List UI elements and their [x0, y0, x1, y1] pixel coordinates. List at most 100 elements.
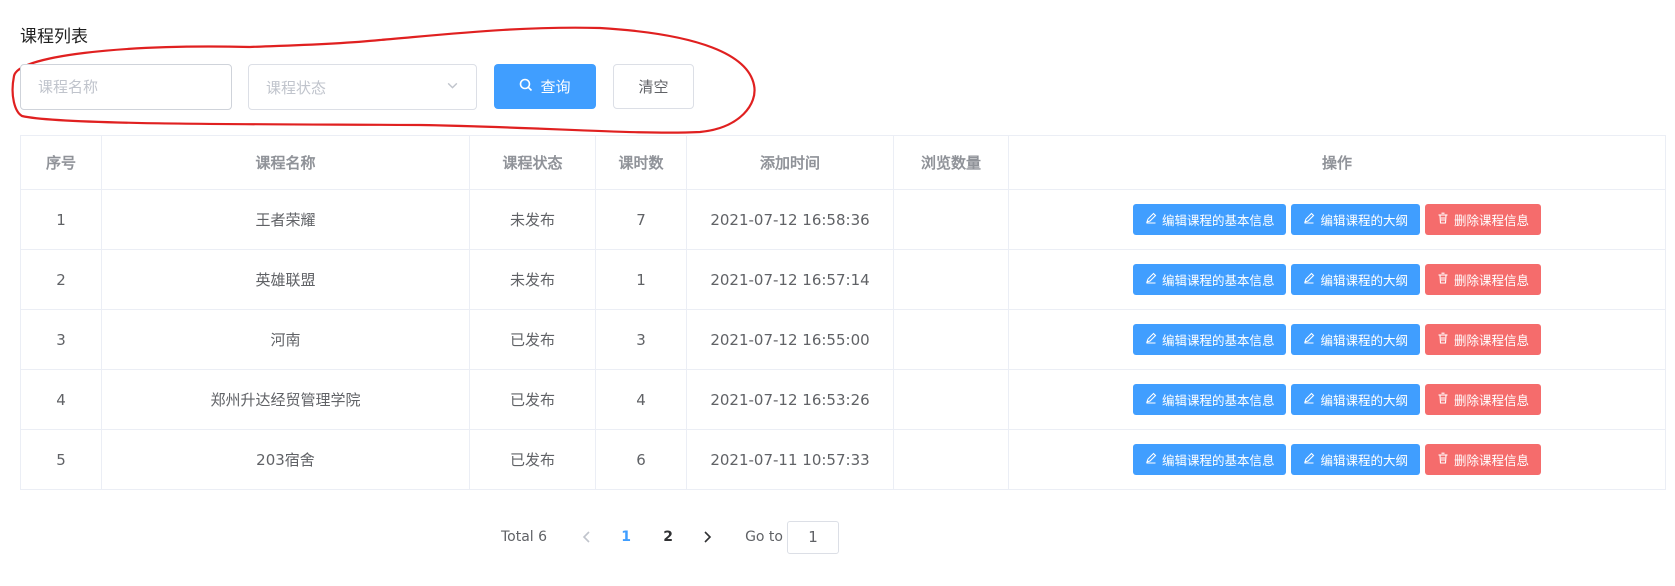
edit-icon [1303, 452, 1315, 467]
cell-views [893, 429, 1009, 490]
header-course-status: 课程状态 [469, 135, 596, 190]
cell-index: 2 [20, 249, 102, 310]
status-select-placeholder: 课程状态 [266, 78, 327, 97]
cell-course-name: 王者荣耀 [101, 189, 470, 250]
edit-basic-info-button[interactable]: 编辑课程的基本信息 [1132, 264, 1287, 295]
delete-course-button[interactable]: 删除课程信息 [1425, 204, 1542, 235]
chevron-right-icon [704, 531, 712, 543]
cell-course-status: 已发布 [469, 369, 596, 430]
table-row: 5 203宿舍 已发布 6 2021-07-11 10:57:33 编辑课程的基本信息 编辑… [20, 429, 1666, 490]
search-icon [519, 78, 533, 96]
course-table: 序号 课程名称 课程状态 课时数 添加时间 浏览数量 操作 1 王者荣耀 未发布 7 2… [20, 135, 1666, 490]
header-actions: 操作 [1008, 135, 1666, 190]
edit-outline-button[interactable]: 编辑课程的大纲 [1291, 324, 1420, 355]
edit-icon [1145, 212, 1157, 227]
course-status-select[interactable]: 课程状态 [248, 64, 477, 110]
cell-hours: 3 [595, 309, 687, 370]
goto-page-input[interactable] [786, 520, 839, 554]
goto-page: Go to [745, 520, 839, 554]
course-name-input[interactable] [20, 64, 232, 110]
edit-outline-button[interactable]: 编辑课程的大纲 [1291, 384, 1420, 415]
edit-icon [1145, 272, 1157, 287]
cell-hours: 7 [595, 189, 687, 250]
edit-outline-button[interactable]: 编辑课程的大纲 [1291, 444, 1420, 475]
edit-basic-info-button[interactable]: 编辑课程的基本信息 [1132, 444, 1287, 475]
cell-actions: 编辑课程的基本信息 编辑课程的大纲 删除课程信息 [1008, 429, 1666, 490]
edit-basic-info-button[interactable]: 编辑课程的基本信息 [1132, 384, 1287, 415]
cell-course-name: 河南 [101, 309, 470, 370]
delete-icon [1437, 332, 1449, 347]
cell-actions: 编辑课程的基本信息 编辑课程的大纲 删除课程信息 [1008, 369, 1666, 430]
clear-button[interactable]: 清空 [613, 64, 694, 109]
edit-basic-info-label: 编辑课程的基本信息 [1161, 213, 1275, 228]
cell-index: 3 [20, 309, 102, 370]
cell-hours: 1 [595, 249, 687, 310]
delete-course-label: 删除课程信息 [1454, 393, 1530, 408]
cell-actions: 编辑课程的基本信息 编辑课程的大纲 删除课程信息 [1008, 309, 1666, 370]
edit-icon [1145, 332, 1157, 347]
header-index: 序号 [20, 135, 102, 190]
delete-course-button[interactable]: 删除课程信息 [1425, 264, 1542, 295]
cell-views [893, 369, 1009, 430]
cell-course-status: 未发布 [469, 249, 596, 310]
edit-icon [1303, 272, 1315, 287]
cell-added-time: 2021-07-11 10:57:33 [686, 429, 894, 490]
delete-icon [1437, 392, 1449, 407]
pagination-total: Total 6 [501, 529, 548, 545]
delete-course-label: 删除课程信息 [1454, 453, 1530, 468]
chevron-down-icon [446, 78, 459, 96]
goto-label: Go to [745, 529, 783, 545]
edit-outline-label: 编辑课程的大纲 [1320, 213, 1408, 228]
cell-course-name: 203宿舍 [101, 429, 470, 490]
page-title: 课程列表 [20, 27, 88, 47]
table-row: 2 英雄联盟 未发布 1 2021-07-12 16:57:14 编辑课程的基本信息 编辑课… [20, 249, 1666, 310]
edit-basic-info-label: 编辑课程的基本信息 [1161, 273, 1275, 288]
cell-actions: 编辑课程的基本信息 编辑课程的大纲 删除课程信息 [1008, 189, 1666, 250]
header-added-time: 添加时间 [686, 135, 894, 190]
cell-views [893, 189, 1009, 250]
header-hours: 课时数 [595, 135, 687, 190]
query-button[interactable]: 查询 [494, 64, 596, 109]
cell-views [893, 249, 1009, 310]
page-number-1[interactable]: 1 [605, 522, 647, 552]
delete-icon [1437, 452, 1449, 467]
edit-icon [1303, 392, 1315, 407]
table-header-row: 序号 课程名称 课程状态 课时数 添加时间 浏览数量 操作 [20, 135, 1666, 190]
cell-course-status: 未发布 [469, 189, 596, 250]
edit-outline-button[interactable]: 编辑课程的大纲 [1291, 264, 1420, 295]
edit-basic-info-button[interactable]: 编辑课程的基本信息 [1132, 204, 1287, 235]
delete-course-label: 删除课程信息 [1454, 273, 1530, 288]
delete-icon [1437, 272, 1449, 287]
edit-outline-label: 编辑课程的大纲 [1320, 453, 1408, 468]
edit-icon [1303, 332, 1315, 347]
edit-outline-button[interactable]: 编辑课程的大纲 [1291, 204, 1420, 235]
edit-basic-info-button[interactable]: 编辑课程的基本信息 [1132, 324, 1287, 355]
edit-outline-label: 编辑课程的大纲 [1320, 273, 1408, 288]
edit-icon [1145, 392, 1157, 407]
cell-added-time: 2021-07-12 16:57:14 [686, 249, 894, 310]
cell-added-time: 2021-07-12 16:58:36 [686, 189, 894, 250]
page-number-2[interactable]: 2 [647, 522, 689, 552]
cell-hours: 4 [595, 369, 687, 430]
delete-course-button[interactable]: 删除课程信息 [1425, 384, 1542, 415]
edit-basic-info-label: 编辑课程的基本信息 [1161, 393, 1275, 408]
delete-course-button[interactable]: 删除课程信息 [1425, 324, 1542, 355]
edit-outline-label: 编辑课程的大纲 [1320, 393, 1408, 408]
cell-added-time: 2021-07-12 16:53:26 [686, 369, 894, 430]
cell-index: 4 [20, 369, 102, 430]
cell-index: 1 [20, 189, 102, 250]
pagination: Total 6 1 2 Go to [0, 520, 1675, 554]
cell-course-status: 已发布 [469, 429, 596, 490]
cell-course-name: 英雄联盟 [101, 249, 470, 310]
table-row: 3 河南 已发布 3 2021-07-12 16:55:00 编辑课程的基本信息 编辑课程的… [20, 309, 1666, 370]
delete-course-button[interactable]: 删除课程信息 [1425, 444, 1542, 475]
edit-icon [1145, 452, 1157, 467]
next-page-button[interactable] [689, 522, 725, 552]
delete-course-label: 删除课程信息 [1454, 213, 1530, 228]
delete-icon [1437, 212, 1449, 227]
cell-course-name: 郑州升达经贸管理学院 [101, 369, 470, 430]
prev-page-button[interactable] [569, 522, 605, 552]
delete-course-label: 删除课程信息 [1454, 333, 1530, 348]
cell-index: 5 [20, 429, 102, 490]
query-button-label: 查询 [540, 78, 571, 96]
